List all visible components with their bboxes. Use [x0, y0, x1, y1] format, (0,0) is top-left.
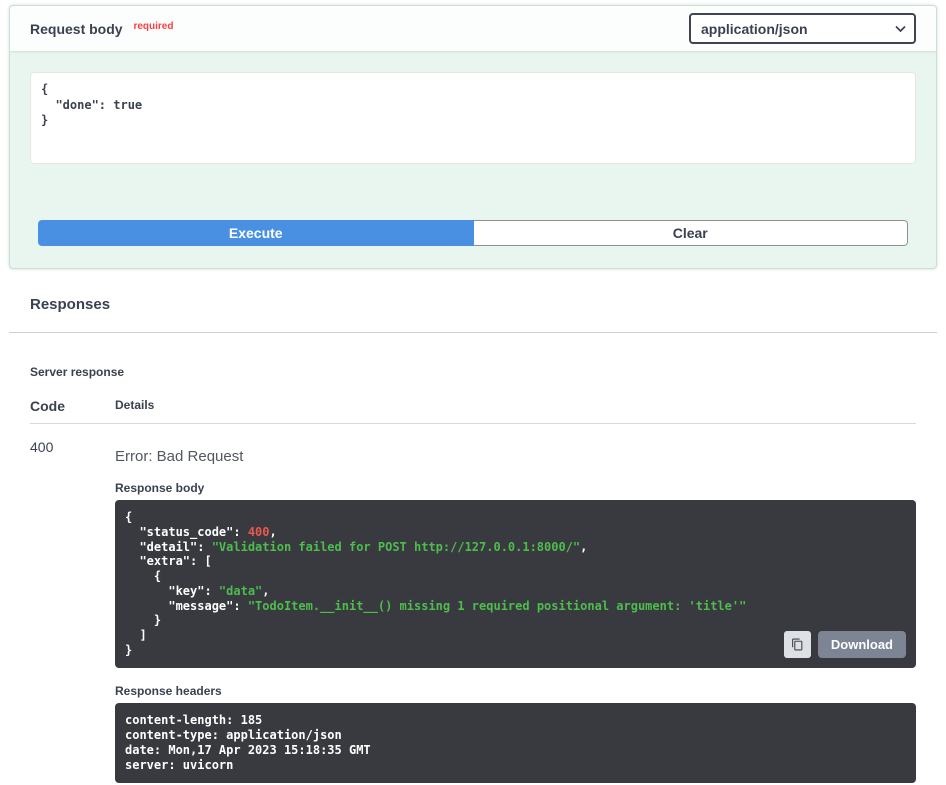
- response-headers-code: content-length: 185 content-type: applic…: [125, 713, 906, 773]
- response-table-header: Code Details: [30, 379, 916, 424]
- download-contents: Download: [784, 631, 906, 658]
- response-headers-label: Response headers: [115, 684, 916, 698]
- response-body-block: { "status_code": 400, "detail": "Validat…: [115, 500, 916, 668]
- execute-wrapper: Execute Clear: [38, 220, 908, 246]
- response-details-cell: Error: Bad Request Response body { "stat…: [115, 439, 916, 783]
- content-type-select[interactable]: application/json: [689, 13, 916, 44]
- clear-button[interactable]: Clear: [474, 220, 909, 246]
- response-body-label: Response body: [115, 481, 916, 495]
- response-headers-block: content-length: 185 content-type: applic…: [115, 703, 916, 783]
- responses-inner: Server response Code Details 400 Error: …: [0, 333, 946, 783]
- responses-section-header: Responses: [9, 269, 937, 333]
- execute-button[interactable]: Execute: [38, 220, 474, 246]
- request-body-title: Request body required: [30, 21, 173, 37]
- request-body-section-header: Request body required application/json: [10, 6, 936, 51]
- details-column-header: Details: [115, 398, 916, 414]
- code-column-header: Code: [30, 398, 115, 414]
- request-body-editor[interactable]: { "done": true }: [30, 72, 916, 164]
- request-body-body: { "done": true } Execute Clear: [10, 51, 936, 268]
- response-status-text: Error: Bad Request: [115, 448, 916, 465]
- request-body-panel: Request body required application/json {…: [9, 5, 937, 269]
- responses-title: Responses: [30, 296, 916, 313]
- content-type-select-wrap: application/json: [689, 13, 916, 44]
- response-table-row: 400 Error: Bad Request Response body { "…: [30, 424, 916, 783]
- copy-to-clipboard-button[interactable]: [784, 631, 811, 658]
- clipboard-icon: [791, 638, 804, 651]
- download-button[interactable]: Download: [818, 631, 906, 658]
- server-response-label: Server response: [30, 365, 916, 379]
- response-status-code: 400: [30, 439, 115, 783]
- required-badge: required: [133, 21, 173, 32]
- request-body-title-text: Request body: [30, 21, 123, 37]
